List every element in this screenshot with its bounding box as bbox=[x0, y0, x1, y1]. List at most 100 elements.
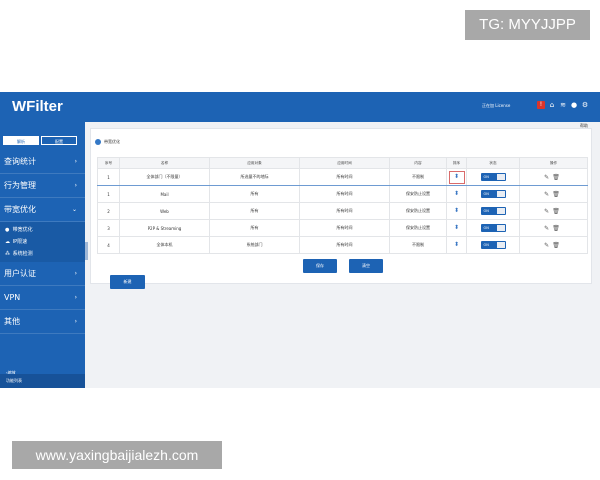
cell-name: Mail bbox=[119, 185, 210, 203]
sidebar-item-label: 行为管理 bbox=[4, 181, 36, 190]
submenu-item-detect[interactable]: ⁂ 系统检测 bbox=[5, 248, 85, 260]
cell-status: ON bbox=[466, 185, 520, 203]
add-button[interactable]: 新建 bbox=[110, 275, 145, 289]
edit-icon[interactable]: ✎ bbox=[544, 225, 552, 232]
tab-config[interactable]: 配置 bbox=[41, 136, 77, 145]
status-toggle[interactable]: ON bbox=[480, 207, 506, 215]
breadcrumb: 带宽优化 bbox=[95, 139, 120, 145]
delete-icon[interactable]: 🗑 bbox=[552, 191, 563, 198]
toggle-knob bbox=[496, 174, 505, 180]
edit-icon[interactable]: ✎ bbox=[544, 191, 552, 198]
column-header: 排序 bbox=[446, 157, 467, 169]
sidebar: 解析 配置 查询统计 › 行为管理 › 带宽优化 ⌄ ● 带宽优化 ☁ IP限速… bbox=[0, 122, 85, 388]
cell-target: 所有 bbox=[209, 202, 300, 220]
sidebar-item-label: VPN bbox=[4, 293, 21, 302]
cell-status: ON bbox=[466, 219, 520, 237]
sidebar-footer: 功能列表 bbox=[0, 374, 85, 388]
status-toggle[interactable]: ON bbox=[480, 241, 506, 249]
top-bar: WFilter 正在加 License ! ⌂ ≋ ● ⚙ bbox=[0, 92, 600, 122]
cell-time: 所有时间 bbox=[299, 168, 390, 186]
sidebar-item-label: 用户认证 bbox=[4, 269, 36, 278]
delete-icon[interactable]: 🗑 bbox=[552, 242, 563, 249]
sort-arrows-icon[interactable]: ⬍ bbox=[454, 241, 459, 248]
toggle-knob bbox=[496, 208, 505, 214]
submenu-item-bandwidth[interactable]: ● 带宽优化 bbox=[5, 224, 85, 236]
sidebar-tabs: 解析 配置 bbox=[3, 136, 77, 145]
top-icons: ! ⌂ ≋ ● ⚙ bbox=[537, 101, 589, 109]
save-button[interactable]: 保存 bbox=[303, 259, 337, 273]
table-row[interactable]: 1 Mail 所有 所有时间 保安防止设置 ⬍ ON ✎🗑 bbox=[97, 185, 588, 203]
cell-time: 所有时间 bbox=[299, 219, 390, 237]
column-header: 应用对象 bbox=[209, 157, 300, 169]
settings-icon[interactable]: ⚙ bbox=[581, 101, 589, 109]
user-icon[interactable]: ● bbox=[570, 101, 578, 109]
sort-arrows-icon[interactable]: ⬍ bbox=[454, 207, 459, 214]
home-icon[interactable]: ⌂ bbox=[548, 101, 556, 109]
edit-icon[interactable]: ✎ bbox=[544, 242, 552, 249]
sidebar-menu: 查询统计 › 行为管理 › 带宽优化 ⌄ ● 带宽优化 ☁ IP限速 ⁂ 系统检… bbox=[0, 150, 85, 334]
status-toggle[interactable]: ON bbox=[480, 224, 506, 232]
status-toggle[interactable]: ON bbox=[480, 190, 506, 198]
sidebar-resize-handle[interactable] bbox=[85, 242, 88, 260]
bandwidth-icon: ● bbox=[5, 227, 10, 233]
alert-icon[interactable]: ! bbox=[537, 101, 545, 109]
delete-icon[interactable]: 🗑 bbox=[552, 174, 563, 181]
tab-analysis[interactable]: 解析 bbox=[3, 136, 39, 145]
toggle-knob bbox=[496, 242, 505, 248]
sidebar-item-query[interactable]: 查询统计 › bbox=[0, 150, 85, 174]
chevron-right-icon: › bbox=[74, 182, 77, 189]
sidebar-item-other[interactable]: 其他 › bbox=[0, 310, 85, 334]
column-header: 名称 bbox=[119, 157, 210, 169]
delete-icon[interactable]: 🗑 bbox=[552, 208, 563, 215]
delete-icon[interactable]: 🗑 bbox=[552, 225, 563, 232]
cell-actions: ✎🗑 bbox=[519, 202, 588, 220]
sidebar-item-label: 查询统计 bbox=[4, 157, 36, 166]
toggle-label: ON bbox=[483, 226, 489, 230]
edit-icon[interactable]: ✎ bbox=[544, 174, 552, 181]
license-link[interactable]: 正在加 License bbox=[482, 103, 510, 109]
table-row[interactable]: 3 P2P & Streaming 所有 所有时间 保安防止设置 ⬍ ON ✎🗑 bbox=[97, 219, 588, 237]
column-header: 操作 bbox=[519, 157, 588, 169]
cell-content: 保安防止设置 bbox=[389, 219, 447, 237]
watermark-bottom-left: www.yaxingbaijialezh.com bbox=[12, 441, 222, 469]
toggle-knob bbox=[496, 191, 505, 197]
toggle-label: ON bbox=[483, 209, 489, 213]
column-header: 内容 bbox=[389, 157, 447, 169]
sidebar-item-bandwidth[interactable]: 带宽优化 ⌄ bbox=[0, 198, 85, 222]
clear-button[interactable]: 清空 bbox=[349, 259, 383, 273]
table-row[interactable]: 1 全体部门（不限量） 所选量不的地际 所有时间 不限制 ⬍ ON ✎🗑 bbox=[97, 168, 588, 186]
column-header: 序号 bbox=[97, 157, 120, 169]
network-icon: ⁂ bbox=[5, 251, 10, 257]
submenu-item-iplimit[interactable]: ☁ IP限速 bbox=[5, 236, 85, 248]
sort-arrows-icon[interactable]: ⬍ bbox=[454, 173, 459, 180]
cell-no: 1 bbox=[97, 185, 120, 203]
sidebar-item-behavior[interactable]: 行为管理 › bbox=[0, 174, 85, 198]
cell-no: 3 bbox=[97, 219, 120, 237]
cloud-icon: ☁ bbox=[5, 239, 10, 245]
submenu-item-label: 系统检测 bbox=[12, 251, 33, 257]
cell-name: 全体部门（不限量） bbox=[119, 168, 210, 186]
main-panel: 带宽优化 序号 名称 应用对象 应用时间 内容 排序 状态 操作 1 全体部门（… bbox=[90, 128, 592, 284]
cell-no: 1 bbox=[97, 168, 120, 186]
cell-status: ON bbox=[466, 202, 520, 220]
sidebar-item-auth[interactable]: 用户认证 › bbox=[0, 262, 85, 286]
edit-icon[interactable]: ✎ bbox=[544, 208, 552, 215]
column-header: 应用时间 bbox=[299, 157, 390, 169]
cell-no: 4 bbox=[97, 236, 120, 254]
table-row[interactable]: 4 全体本机 系统部门 所有时间 不限制 ⬍ ON ✎🗑 bbox=[97, 236, 588, 254]
cell-name: Web bbox=[119, 202, 210, 220]
table-row[interactable]: 2 Web 所有 所有时间 保安防止设置 ⬍ ON ✎🗑 bbox=[97, 202, 588, 220]
status-toggle[interactable]: ON bbox=[480, 173, 506, 181]
sort-arrows-icon[interactable]: ⬍ bbox=[454, 224, 459, 231]
brand-logo: WFilter bbox=[12, 98, 63, 115]
cell-content: 保安防止设置 bbox=[389, 202, 447, 220]
wifi-icon[interactable]: ≋ bbox=[559, 101, 567, 109]
sidebar-item-vpn[interactable]: VPN › bbox=[0, 286, 85, 310]
cell-name: 全体本机 bbox=[119, 236, 210, 254]
cell-actions: ✎🗑 bbox=[519, 236, 588, 254]
chevron-down-icon: ⌄ bbox=[71, 206, 77, 213]
chevron-right-icon: › bbox=[74, 158, 77, 165]
sort-arrows-icon[interactable]: ⬍ bbox=[454, 190, 459, 197]
submenu-item-label: IP限速 bbox=[12, 239, 28, 245]
cell-target: 系统部门 bbox=[209, 236, 300, 254]
